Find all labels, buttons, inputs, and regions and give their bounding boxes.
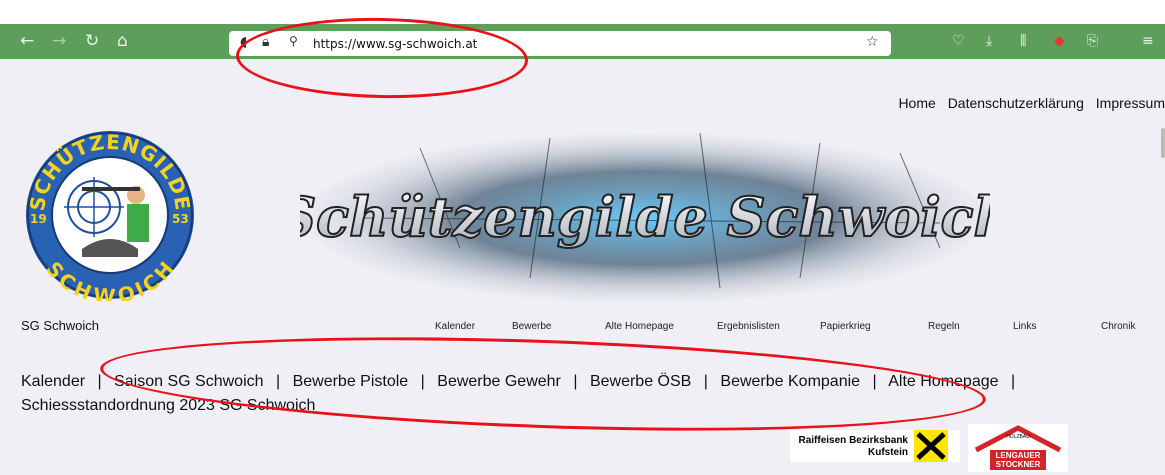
submenu-kalender[interactable]: Kalender	[21, 373, 85, 390]
back-icon[interactable]: ←	[20, 30, 34, 52]
menu-alte-homepage[interactable]: Alte Homepage	[605, 321, 674, 332]
submenu-alte-homepage[interactable]: Alte Homepage	[888, 373, 998, 390]
shield-icon[interactable]: ◖	[240, 34, 247, 50]
link-datenschutz[interactable]: Datenschutzerklärung	[948, 95, 1084, 111]
menu-links[interactable]: Links	[1013, 321, 1036, 332]
link-impressum[interactable]: Impressum	[1096, 95, 1165, 111]
holzbau-small: HOLZBAU	[1006, 434, 1030, 440]
menu-chronik[interactable]: Chronik	[1101, 321, 1135, 332]
submenu-separator: |	[1010, 373, 1016, 390]
share-icon[interactable]: ⎘	[1087, 33, 1098, 49]
sponsor-raiffeisen[interactable]: Raiffeisen Bezirksbank Kufstein	[790, 430, 960, 462]
extension-icon[interactable]: ◆	[1054, 33, 1065, 49]
menu-bewerbe[interactable]: Bewerbe	[512, 321, 551, 332]
submenu: Kalender | Saison SG Schwoich | Bewerbe …	[21, 370, 1121, 418]
submenu-saison[interactable]: Saison SG Schwoich	[114, 373, 263, 390]
banner-title: Schützengilde Schwoich	[300, 185, 990, 249]
holzbau-line1: LENGAUER	[996, 451, 1041, 460]
url-text[interactable]: https://www.sg-schwoich.at	[313, 37, 477, 51]
reload-icon[interactable]: ↻	[85, 30, 99, 52]
submenu-separator: |	[573, 373, 578, 390]
submenu-separator: |	[420, 373, 425, 390]
lock-icon[interactable]: 🔒︎	[262, 34, 269, 50]
submenu-separator: |	[97, 373, 102, 390]
home-icon[interactable]: ⌂	[117, 30, 128, 52]
link-home[interactable]: Home	[898, 95, 935, 111]
submenu-schiessstandordnung[interactable]: Schiessstandordnung 2023 SG Schwoich	[21, 397, 315, 414]
raiffeisen-line1: Raiffeisen Bezirksbank	[799, 435, 909, 446]
raiffeisen-line2: Kufstein	[868, 447, 908, 458]
submenu-oesb[interactable]: Bewerbe ÖSB	[590, 373, 691, 390]
club-logo[interactable]: SCHÜTZENGILDE SCHWOICH 19 53	[22, 129, 198, 301]
pocket-icon[interactable]: ♡	[952, 33, 965, 49]
menu-kalender[interactable]: Kalender	[435, 321, 475, 332]
submenu-separator: |	[703, 373, 708, 390]
top-links: Home Datenschutzerklärung Impressum	[890, 95, 1165, 111]
logo-year-right: 53	[172, 212, 189, 226]
menu-ergebnislisten[interactable]: Ergebnislisten	[717, 321, 780, 332]
submenu-kompanie[interactable]: Bewerbe Kompanie	[720, 373, 860, 390]
scrollbar[interactable]	[1161, 128, 1165, 158]
site-name[interactable]: SG Schwoich	[21, 318, 99, 333]
forward-icon[interactable]: →	[52, 30, 66, 52]
bookmark-star-icon[interactable]: ☆	[866, 34, 879, 50]
permissions-icon[interactable]: ⚲	[289, 34, 298, 48]
logo-year-left: 19	[30, 212, 47, 226]
submenu-gewehr[interactable]: Bewerbe Gewehr	[437, 373, 561, 390]
holzbau-line2: STOCKNER	[996, 460, 1041, 469]
menu-regeln[interactable]: Regeln	[928, 321, 960, 332]
download-icon[interactable]: ⤓	[986, 33, 992, 49]
menu-papierkrieg[interactable]: Papierkrieg	[820, 321, 871, 332]
sponsor-lengauer-stockner[interactable]: HOLZBAU LENGAUER STOCKNER	[968, 424, 1068, 472]
submenu-separator: |	[872, 373, 877, 390]
submenu-separator: |	[275, 373, 281, 390]
submenu-pistole[interactable]: Bewerbe Pistole	[293, 373, 409, 390]
library-icon[interactable]: ⫼	[1020, 33, 1026, 49]
menu-icon[interactable]: ≡	[1142, 33, 1154, 49]
banner-image: Schützengilde Schwoich	[300, 132, 990, 303]
